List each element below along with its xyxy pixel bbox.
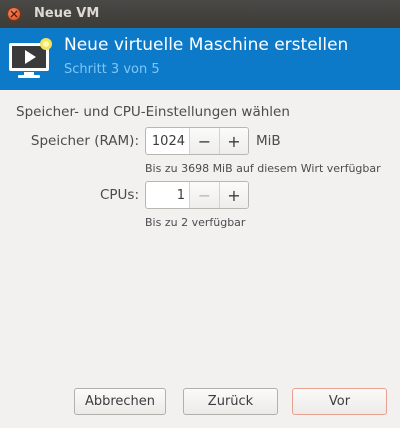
memory-value[interactable]: 1024: [146, 128, 190, 154]
memory-unit: MiB: [256, 133, 281, 149]
header-banner: Neue virtuelle Maschine erstellen Schrit…: [0, 28, 400, 90]
cpus-value[interactable]: 1: [146, 182, 190, 208]
memory-label: Speicher (RAM):: [30, 133, 139, 149]
vm-monitor-icon: [9, 38, 52, 78]
title-bar: Neue VM: [0, 0, 400, 28]
memory-decrement-button[interactable]: −: [190, 128, 219, 154]
memory-hint: Bis zu 3698 MiB auf diesem Wirt verfügba…: [145, 162, 381, 175]
memory-increment-button[interactable]: +: [219, 128, 248, 154]
new-vm-dialog: Neue VM Neue virtuelle Maschine erstelle…: [0, 0, 400, 428]
cancel-button[interactable]: Abbrechen: [74, 388, 166, 415]
cpus-increment-button[interactable]: +: [219, 182, 248, 208]
cpus-spinbutton: 1 − +: [145, 181, 249, 209]
memory-spinbutton: 1024 − +: [145, 127, 249, 155]
cpus-label: CPUs:: [99, 187, 139, 203]
window-title: Neue VM: [34, 6, 100, 21]
section-heading: Speicher- und CPU-Einstellungen wählen: [16, 104, 290, 120]
cpus-hint: Bis zu 2 verfügbar: [145, 216, 246, 229]
forward-button[interactable]: Vor: [292, 388, 387, 415]
cpus-decrement-button[interactable]: −: [190, 182, 219, 208]
close-icon[interactable]: [7, 7, 21, 21]
back-button[interactable]: Zurück: [183, 388, 278, 415]
banner-title: Neue virtuelle Maschine erstellen: [64, 35, 349, 55]
step-indicator: Schritt 3 von 5: [64, 62, 160, 77]
